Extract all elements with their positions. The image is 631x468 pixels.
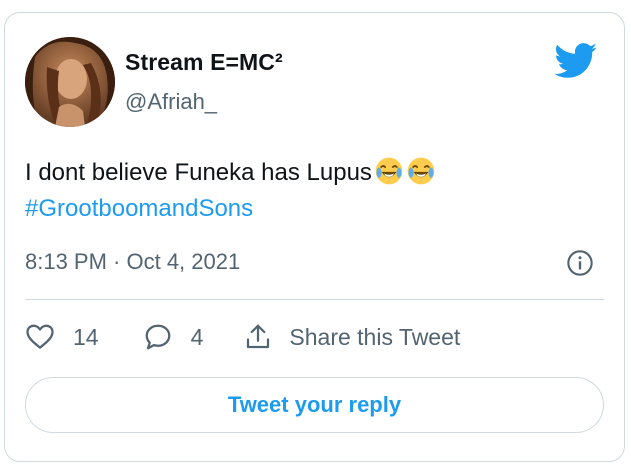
user-handle[interactable]: @Afriah_: [125, 89, 217, 115]
heart-icon: [26, 324, 54, 349]
like-button[interactable]: 14: [25, 322, 99, 352]
share-label: Share this Tweet: [289, 323, 461, 350]
share-icon: [247, 324, 270, 349]
tweet-your-reply-button[interactable]: Tweet your reply: [25, 377, 604, 433]
divider: [25, 299, 604, 300]
hashtag-link[interactable]: #GrootboomandSons: [25, 191, 605, 227]
info-icon[interactable]: [566, 249, 594, 277]
action-bar: 14 4 Share this Tweet: [25, 317, 460, 357]
speech-bubble-icon: [145, 324, 170, 350]
tweet-text: I dont believe Funeka has Lupus #Grootbo…: [25, 155, 605, 227]
twitter-bird-icon[interactable]: [554, 43, 598, 79]
tweet-body: I dont believe Funeka has Lupus: [25, 159, 372, 186]
like-count: 14: [73, 323, 99, 350]
laughing-emoji-icon: [375, 157, 403, 185]
avatar[interactable]: [25, 37, 115, 127]
laughing-emoji-icon: [407, 157, 435, 185]
tweet-card: Stream E=MC² @Afriah_ I dont believe Fun…: [4, 12, 625, 462]
reply-count: 4: [190, 323, 204, 350]
share-button[interactable]: Share this Tweet: [243, 322, 460, 352]
tweet-timestamp[interactable]: 8:13 PM · Oct 4, 2021: [25, 249, 240, 275]
display-name[interactable]: Stream E=MC²: [125, 49, 283, 76]
reply-button[interactable]: 4: [143, 322, 204, 352]
